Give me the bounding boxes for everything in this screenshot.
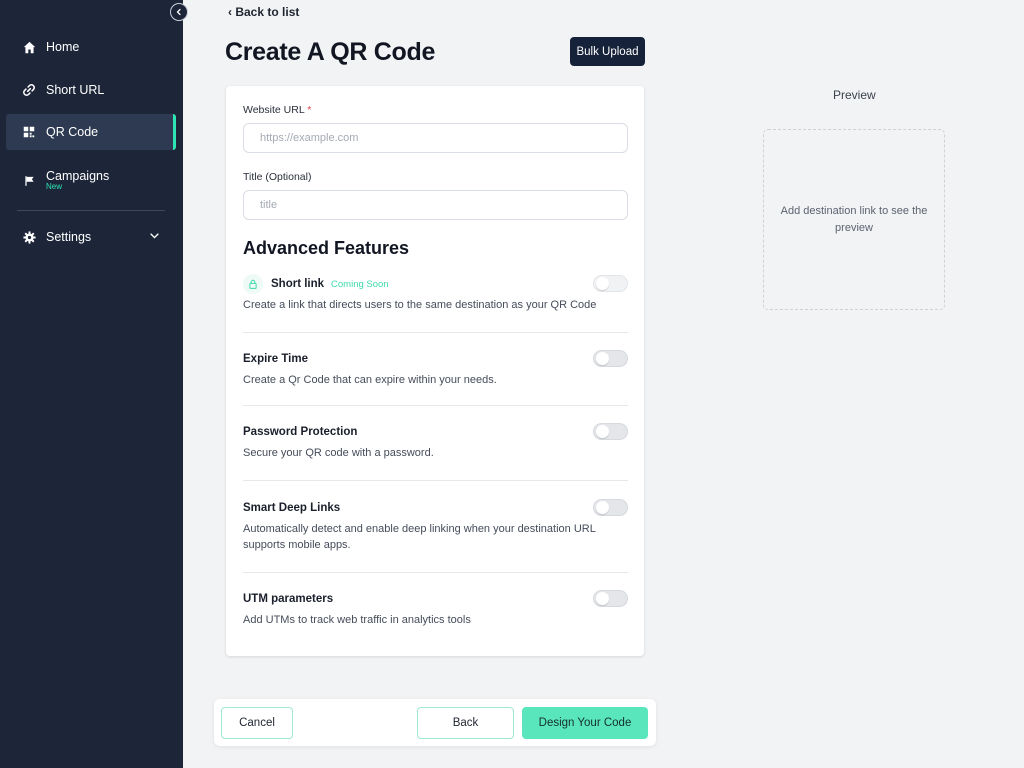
feature-expire-time: Expire Time Create a Qr Code that can ex…: [243, 349, 628, 388]
advanced-features-title: Advanced Features: [243, 238, 410, 258]
short-link-toggle[interactable]: [593, 275, 628, 292]
sidebar-collapse-button[interactable]: [170, 3, 188, 21]
sidebar-item-campaigns[interactable]: Campaigns New: [6, 163, 176, 199]
feature-password-protection: Password Protection Secure your QR code …: [243, 422, 628, 461]
toggle-knob: [596, 425, 609, 438]
password-protection-toggle[interactable]: [593, 423, 628, 440]
gear-icon: [22, 230, 36, 244]
feature-description: Automatically detect and enable deep lin…: [243, 523, 596, 551]
qr-code-icon: [22, 125, 36, 139]
form-footer: Cancel Back Design Your Code: [214, 699, 656, 746]
utm-parameters-toggle[interactable]: [593, 590, 628, 607]
feature-description: Create a link that directs users to the …: [243, 299, 597, 311]
bulk-upload-button[interactable]: Bulk Upload: [570, 37, 645, 66]
link-icon: [22, 83, 36, 97]
feature-description: Add UTMs to track web traffic in analyti…: [243, 614, 471, 626]
sidebar-item-label: Home: [46, 40, 80, 54]
feature-description: Secure your QR code with a password.: [243, 447, 434, 459]
sidebar-item-label: Settings: [46, 230, 92, 244]
feature-title: Password Protection: [243, 426, 358, 438]
chevron-down-icon: [149, 230, 160, 244]
new-badge: New: [46, 182, 63, 191]
feature-smart-deep-links: Smart Deep Links Automatically detect an…: [243, 498, 628, 553]
expire-time-toggle[interactable]: [593, 350, 628, 367]
feature-short-link: Short link Coming Soon Create a link tha…: [243, 274, 628, 313]
sidebar-item-qr-code[interactable]: QR Code: [6, 114, 176, 150]
feature-divider: [243, 480, 628, 481]
sidebar-item-label: Short URL: [46, 83, 105, 97]
sidebar-item-home[interactable]: Home: [6, 29, 176, 65]
feature-title: Expire Time: [243, 353, 308, 365]
feature-divider: [243, 405, 628, 406]
title-input[interactable]: [243, 190, 628, 220]
back-to-list-link[interactable]: ‹ Back to list: [228, 5, 299, 19]
sidebar-item-settings[interactable]: Settings: [6, 219, 176, 255]
website-url-label: Website URL *: [243, 104, 311, 116]
qr-preview-placeholder: Add destination link to see the preview: [763, 129, 945, 310]
feature-title: UTM parameters: [243, 593, 334, 605]
website-url-input[interactable]: [243, 123, 628, 153]
create-qr-form-card: Website URL * Title (Optional) Advanced …: [226, 86, 644, 656]
toggle-knob: [596, 352, 609, 365]
feature-divider: [243, 332, 628, 333]
page-title: Create A QR Code: [225, 38, 436, 66]
toggle-knob: [596, 592, 609, 605]
toggle-knob: [596, 501, 609, 514]
cancel-button[interactable]: Cancel: [221, 707, 293, 739]
chevron-left-icon: [175, 8, 183, 16]
flag-icon: [22, 174, 36, 188]
lock-icon: [243, 274, 263, 294]
sidebar-divider: [17, 210, 165, 211]
feature-title: Short link: [271, 278, 325, 290]
toggle-knob: [596, 277, 609, 290]
sidebar: Home Short URL QR Code Campaigns New Set…: [0, 0, 183, 768]
feature-divider: [243, 572, 628, 573]
feature-description: Create a Qr Code that can expire within …: [243, 374, 497, 386]
sidebar-item-short-url[interactable]: Short URL: [6, 72, 176, 108]
title-label: Title (Optional): [243, 171, 312, 183]
sidebar-item-label: QR Code: [46, 125, 99, 139]
smart-deep-links-toggle[interactable]: [593, 499, 628, 516]
preview-label: Preview: [833, 88, 876, 102]
feature-utm-parameters: UTM parameters Add UTMs to track web tra…: [243, 589, 628, 628]
sidebar-item-label: Campaigns: [46, 169, 110, 183]
design-your-code-button[interactable]: Design Your Code: [522, 707, 648, 739]
back-to-list-label: Back to list: [235, 5, 300, 19]
home-icon: [22, 40, 36, 54]
preview-empty-text: Add destination link to see the preview: [780, 204, 928, 234]
website-url-label-text: Website URL: [243, 104, 305, 116]
coming-soon-badge: Coming Soon: [331, 278, 389, 290]
feature-title: Smart Deep Links: [243, 502, 341, 514]
chevron-left-icon: ‹: [228, 5, 232, 19]
required-mark: *: [307, 104, 312, 116]
back-button[interactable]: Back: [417, 707, 514, 739]
